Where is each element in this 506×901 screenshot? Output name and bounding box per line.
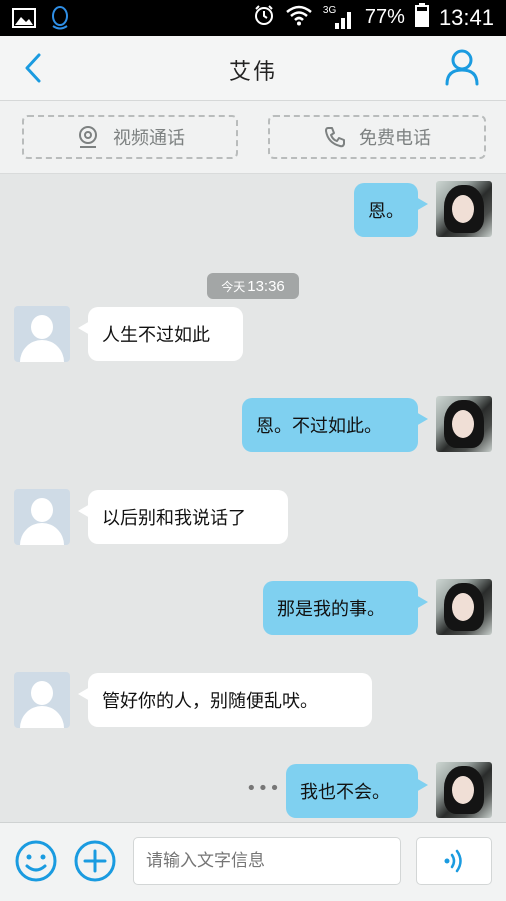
network-type: 3G (322, 4, 337, 16)
voice-input-button[interactable] (416, 837, 492, 885)
smiley-icon (15, 840, 57, 882)
my-avatar[interactable] (436, 762, 492, 818)
free-call-label: 免费电话 (359, 128, 431, 149)
contact-avatar[interactable] (14, 489, 70, 545)
message-text: 管好你的人，别随便乱吠。 (102, 691, 318, 712)
message-text: 人生不过如此 (102, 325, 210, 346)
message-text: 恩。不过如此。 (256, 416, 382, 437)
message-sending-indicator: ••• (246, 778, 281, 799)
message-bubble-incoming[interactable]: 以后别和我说话了 (78, 490, 288, 544)
signal-icon: 3G (323, 5, 355, 31)
emoji-button[interactable] (14, 839, 58, 883)
timestamp-day: 今天 (221, 279, 246, 294)
contact-name: 艾伟 (228, 60, 277, 85)
contact-avatar[interactable] (14, 672, 70, 728)
more-options-button[interactable] (73, 839, 117, 883)
message-text: 以后别和我说话了 (102, 508, 246, 529)
call-bar: 视频通话 免费电话 (0, 101, 506, 174)
my-avatar[interactable] (436, 181, 492, 237)
status-bar: 3G 77% 13:41 (0, 0, 506, 36)
contact-profile-button[interactable] (444, 48, 480, 88)
message-text: 我也不会。 (300, 782, 390, 803)
clock: 13:41 (438, 4, 494, 30)
alarm-icon (253, 4, 275, 31)
message-bubble-incoming[interactable]: 人生不过如此 (78, 307, 243, 361)
my-avatar[interactable] (436, 396, 492, 452)
message-bubble-outgoing[interactable]: 我也不会。 (286, 764, 428, 818)
phone-icon (325, 127, 345, 148)
message-bubble-outgoing[interactable]: 恩。不过如此。 (242, 398, 428, 452)
person-icon (445, 49, 479, 86)
message-bubble-incoming[interactable]: 管好你的人，别随便乱吠。 (78, 673, 372, 727)
battery-percent: 77% (364, 6, 405, 28)
wifi-icon (285, 4, 313, 31)
input-bar (0, 822, 506, 901)
message-input[interactable] (133, 837, 401, 885)
message-timestamp: 今天 13:36 (207, 273, 299, 299)
message-bubble-outgoing[interactable]: 那是我的事。 (263, 581, 428, 635)
webcam-icon (79, 126, 97, 148)
qq-icon (50, 6, 70, 34)
message-text: 恩。 (368, 201, 404, 222)
voice-wave-icon (444, 849, 462, 873)
gallery-icon (12, 8, 36, 32)
message-bubble-outgoing[interactable]: 恩。 (354, 183, 428, 237)
contact-avatar[interactable] (14, 306, 70, 362)
message-text: 那是我的事。 (277, 599, 385, 620)
plus-icon (74, 840, 116, 882)
video-call-button[interactable]: 视频通话 (22, 115, 238, 159)
video-call-label: 视频通话 (113, 128, 185, 149)
chat-header: 艾伟 (0, 36, 506, 101)
my-avatar[interactable] (436, 579, 492, 635)
chat-history[interactable]: 恩。 今天 13:36 人生不过如此 恩。不过如此。 以后别和我说话了 那是我的… (0, 174, 506, 822)
battery-icon (414, 3, 429, 32)
free-call-button[interactable]: 免费电话 (268, 115, 486, 159)
timestamp-time: 13:36 (247, 277, 285, 295)
